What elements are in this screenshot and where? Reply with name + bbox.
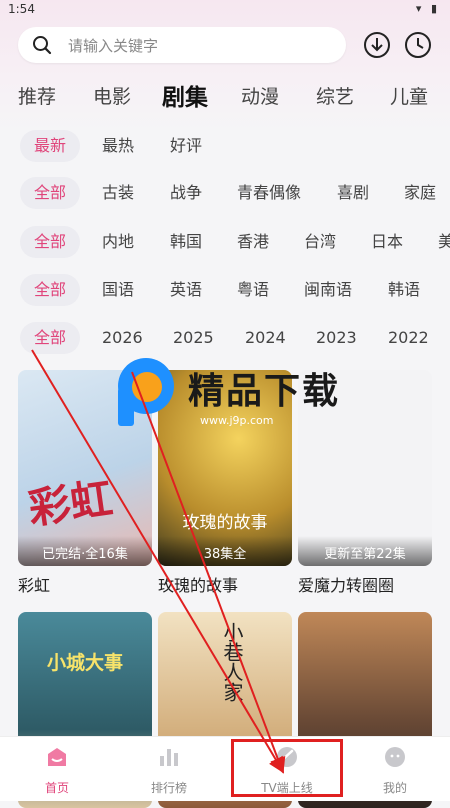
filter-chip[interactable]: 战争 [170, 177, 202, 209]
filter-chip[interactable]: 美 [438, 226, 450, 258]
filter-chip[interactable]: 全部 [20, 226, 81, 258]
filter-chip[interactable]: 内地 [102, 226, 134, 258]
filter-chip[interactable]: 全部 [20, 322, 81, 354]
category-tabs: 推荐 电影 剧集 动漫 综艺 儿童 [0, 78, 450, 114]
episode-badge: 已完结·全16集 [42, 547, 128, 562]
filter-chip[interactable]: 好评 [170, 130, 202, 162]
episode-badge: 38集全 [203, 547, 247, 562]
nav-label: 我的 [382, 781, 407, 795]
profile-icon [385, 747, 405, 767]
video-card-aimoli[interactable]: 更新至第22集 [298, 370, 432, 566]
nav-label: 排行榜 [150, 781, 187, 795]
status-bar: 1:54 ▾ ▮ [0, 0, 450, 20]
video-title[interactable]: 玫瑰的故事 [158, 572, 238, 596]
poster-text: 小巷人家 [220, 622, 244, 702]
filter-chip[interactable]: 台湾 [304, 226, 336, 258]
filter-chip[interactable]: 2026 [102, 322, 143, 354]
filter-chip[interactable]: 全部 [20, 177, 81, 209]
nav-label: TV端上线 [261, 781, 313, 795]
search-icon [33, 36, 52, 55]
tab-variety[interactable]: 综艺 [316, 82, 354, 109]
filter-row-genre: 全部 古装 战争 青春偶像 喜剧 家庭 [0, 177, 450, 213]
filter-chip[interactable]: 香港 [237, 226, 269, 258]
ranking-icon [160, 749, 178, 766]
filter-chip[interactable]: 2022 [388, 322, 429, 354]
video-card-rose-story[interactable]: 玫瑰的故事 38集全 [158, 370, 292, 566]
search-bar[interactable] [18, 27, 346, 63]
filter-chip[interactable]: 全部 [20, 274, 81, 306]
nav-label: 首页 [44, 781, 69, 795]
tab-series[interactable]: 剧集 [162, 78, 208, 112]
filter-chip[interactable]: 韩语 [388, 274, 420, 306]
home-icon [48, 748, 66, 766]
nav-tv[interactable]: TV端上线 [242, 737, 332, 801]
download-icon[interactable] [363, 31, 391, 59]
status-time: 1:54 [8, 2, 35, 16]
search-input[interactable] [66, 34, 330, 58]
poster-text: 玫瑰的故事 [182, 513, 268, 533]
video-title[interactable]: 爱魔力转圈圈 [298, 572, 394, 596]
filter-chip[interactable]: 2023 [316, 322, 357, 354]
filter-chip[interactable]: 最热 [102, 130, 134, 162]
filter-chip[interactable]: 闽南语 [304, 274, 352, 306]
filter-chip[interactable]: 古装 [102, 177, 134, 209]
filter-chip[interactable]: 喜剧 [337, 177, 369, 209]
tab-anime[interactable]: 动漫 [241, 82, 279, 109]
video-card-caihong[interactable]: 彩虹 已完结·全16集 [18, 370, 152, 566]
filter-chip[interactable]: 日本 [371, 226, 403, 258]
filter-row-language: 全部 国语 英语 粤语 闽南语 韩语 [0, 274, 450, 310]
nav-profile[interactable]: 我的 [350, 737, 440, 801]
tab-kids[interactable]: 儿童 [390, 82, 428, 109]
tv-icon [277, 747, 297, 767]
nav-ranking[interactable]: 排行榜 [124, 737, 214, 801]
filter-row-year: 全部 2026 2025 2024 2023 2022 [0, 322, 450, 358]
tab-recommend[interactable]: 推荐 [18, 82, 56, 109]
filter-row-sort: 最新 最热 好评 [0, 130, 450, 166]
video-title[interactable]: 彩虹 [18, 572, 50, 596]
filter-chip[interactable]: 最新 [20, 130, 81, 162]
episode-badge: 更新至第22集 [324, 547, 406, 562]
filter-chip[interactable]: 青春偶像 [237, 177, 301, 209]
filter-chip[interactable]: 家庭 [404, 177, 436, 209]
poster-text: 小城大事 [46, 652, 123, 674]
filter-chip[interactable]: 2025 [173, 322, 214, 354]
filter-chip[interactable]: 英语 [170, 274, 202, 306]
filter-chip[interactable]: 韩国 [170, 226, 202, 258]
history-icon[interactable] [404, 31, 432, 59]
filter-row-region: 全部 内地 韩国 香港 台湾 日本 美 [0, 226, 450, 262]
poster-text: 彩虹 [25, 473, 116, 534]
nav-home[interactable]: 首页 [12, 737, 102, 801]
filter-chip[interactable]: 粤语 [237, 274, 269, 306]
tab-movies[interactable]: 电影 [93, 82, 131, 109]
filter-chip[interactable]: 国语 [102, 274, 134, 306]
status-icons: ▾ ▮ [415, 2, 440, 15]
bottom-nav: 首页 排行榜 TV端上线 我的 [0, 736, 450, 801]
filter-chip[interactable]: 2024 [245, 322, 286, 354]
